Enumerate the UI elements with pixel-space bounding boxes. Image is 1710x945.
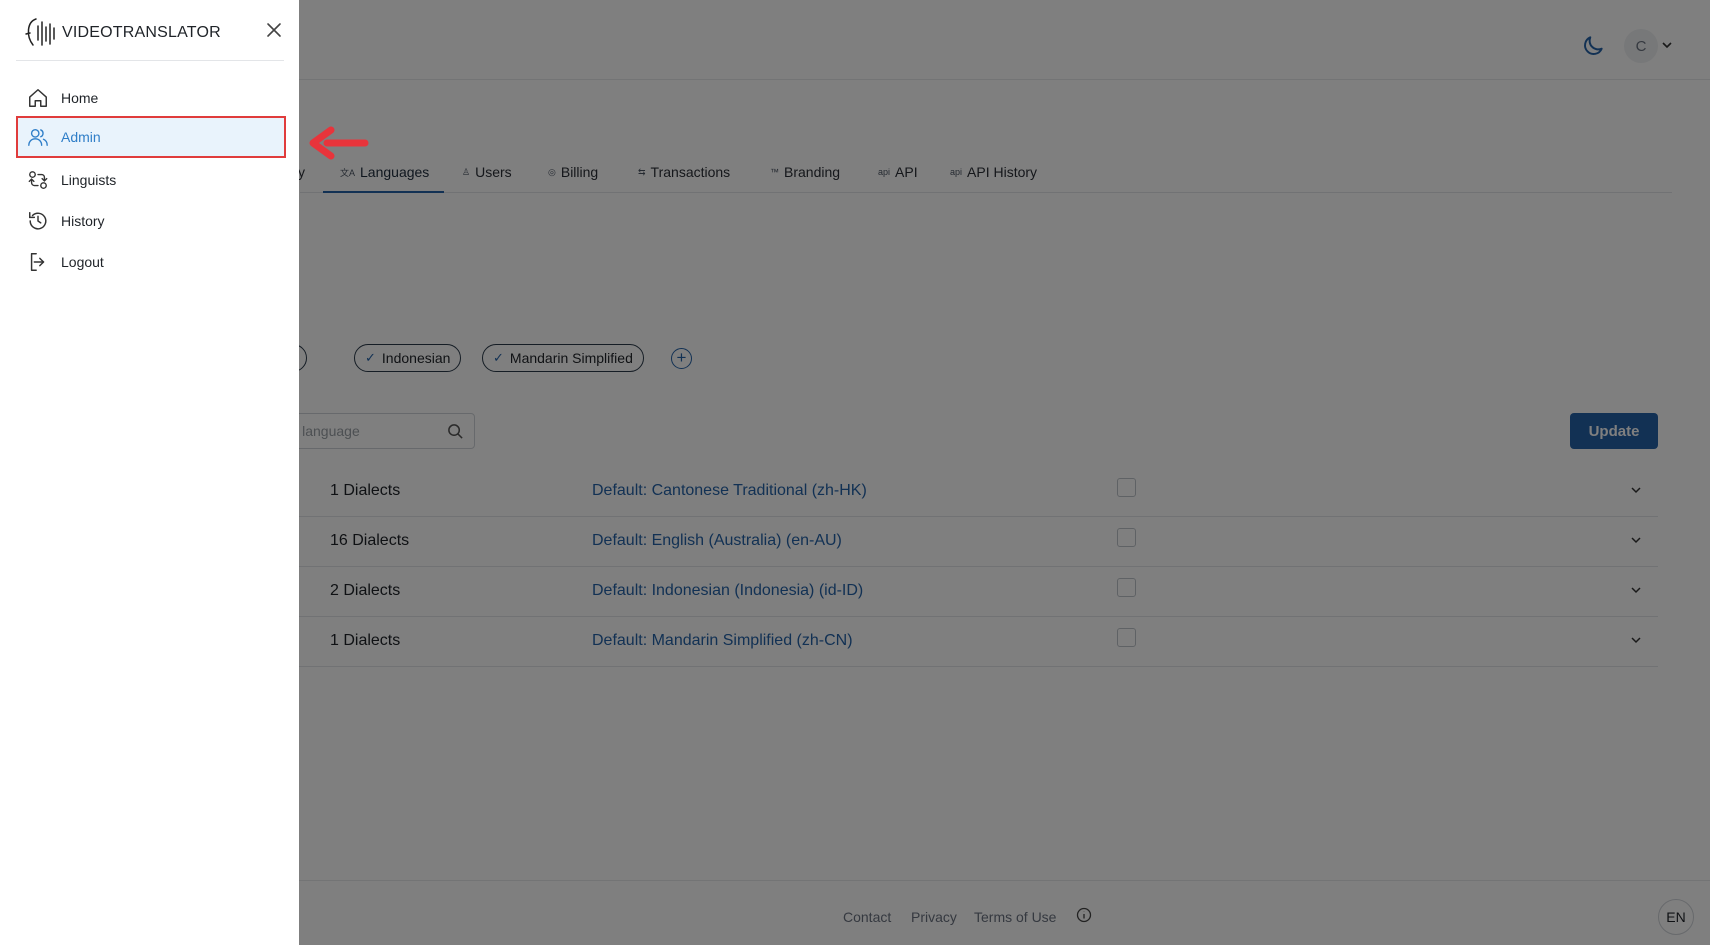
sidebar-item-admin[interactable]: Admin	[16, 116, 286, 158]
side-drawer: VIDEOTRANSLATOR Home Admin Linguists His…	[0, 0, 299, 945]
sidebar-item-label: Linguists	[61, 172, 117, 188]
sidebar-item-linguists[interactable]: Linguists	[16, 159, 286, 201]
app-name: VIDEOTRANSLATOR	[62, 24, 221, 41]
close-icon[interactable]	[264, 20, 284, 40]
sidebar-item-label: Admin	[61, 129, 101, 145]
sidebar-item-history[interactable]: History	[16, 200, 286, 242]
logo-mark-icon	[25, 18, 55, 46]
annotation-arrow-icon	[309, 126, 369, 160]
sidebar-item-label: Logout	[61, 254, 104, 270]
users-icon	[28, 128, 48, 146]
sidebar-item-label: History	[61, 213, 105, 229]
logout-icon	[30, 253, 45, 271]
app-logo: VIDEOTRANSLATOR	[24, 16, 221, 50]
sidebar-item-home[interactable]: Home	[16, 77, 286, 119]
home-icon	[29, 89, 47, 107]
divider	[16, 60, 284, 61]
sidebar-item-label: Home	[61, 90, 99, 106]
history-icon	[29, 212, 47, 230]
linguists-icon	[28, 171, 48, 189]
sidebar-item-logout[interactable]: Logout	[16, 241, 286, 283]
